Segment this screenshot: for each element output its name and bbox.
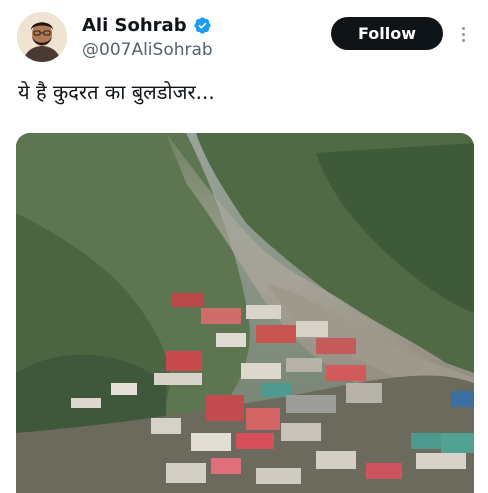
follow-button[interactable]: Follow xyxy=(331,17,443,50)
tweet-text: ये है कुदरत का बुलडोजर... xyxy=(18,80,215,104)
tweet-media-image[interactable] xyxy=(16,133,474,493)
author-name-row[interactable]: Ali Sohrab xyxy=(82,15,212,36)
landslide-photo xyxy=(16,133,474,493)
author-name[interactable]: Ali Sohrab xyxy=(82,15,187,36)
author-handle[interactable]: @007AliSohrab xyxy=(82,40,213,60)
more-options-icon[interactable] xyxy=(452,22,474,46)
verified-badge-icon xyxy=(193,17,211,34)
avatar[interactable] xyxy=(17,12,67,62)
